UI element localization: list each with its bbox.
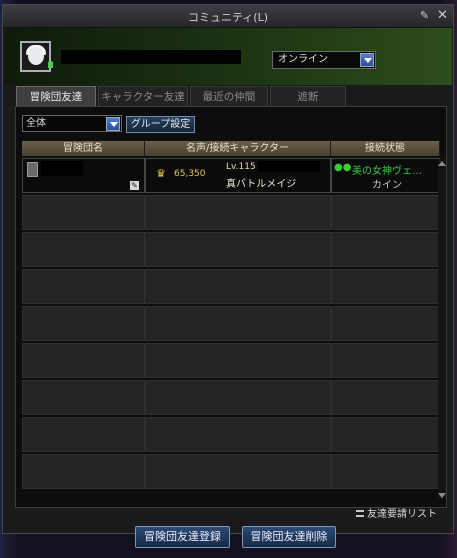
chevron-down-icon[interactable] xyxy=(360,53,374,67)
table-cell xyxy=(145,269,331,304)
fame-value: 65,350 xyxy=(174,169,206,179)
status-value: オンライン xyxy=(278,54,328,65)
table-row[interactable] xyxy=(22,454,440,489)
tab-adventure-friends[interactable]: 冒険団友達 xyxy=(16,86,96,106)
redacted-name xyxy=(61,50,241,64)
column-header: 名声/接続キャラクター xyxy=(145,141,331,156)
table-header: 冒険団名 名声/接続キャラクター 接続状態 xyxy=(22,141,440,156)
column-header: 冒険団名 xyxy=(22,141,145,156)
title-bar[interactable]: コミュニティ(L) ✎ ✕ xyxy=(3,5,453,28)
group-filter-select[interactable]: 全体 xyxy=(22,115,122,132)
fame-icon: ♛ xyxy=(156,167,166,180)
table-cell xyxy=(331,195,440,230)
online-person-icon xyxy=(48,61,53,68)
table-row[interactable] xyxy=(22,417,440,452)
table-cell xyxy=(22,232,145,267)
table-cell xyxy=(22,380,145,415)
table-cell xyxy=(22,195,145,230)
table-cell xyxy=(145,417,331,452)
table-cell xyxy=(145,380,331,415)
table-cell xyxy=(22,269,145,304)
table-row[interactable] xyxy=(22,306,440,341)
fame-character-cell: ♛ 65,350 Lv.115 真バトルメイジ xyxy=(145,158,331,193)
table-cell xyxy=(331,380,440,415)
redacted-character-name xyxy=(258,161,320,172)
table-cell xyxy=(145,195,331,230)
table-cell xyxy=(22,417,145,452)
avatar-face xyxy=(28,47,44,65)
emblem-icon xyxy=(27,162,38,177)
connection-cell: ●● 美の女神ヴェ… カイン xyxy=(331,158,440,193)
tab-recent-party[interactable]: 最近の仲間 xyxy=(190,86,268,106)
table-cell xyxy=(22,454,145,489)
channel-text: カイン xyxy=(372,180,402,191)
table-cell xyxy=(145,343,331,378)
adventure-name-cell: ✎ xyxy=(22,158,145,193)
window-title: コミュニティ(L) xyxy=(187,11,269,24)
friends-panel: 全体 グループ設定 冒険団名 名声/接続キャラクター 接続状態 ✎ ♛ 65,3… xyxy=(15,106,447,508)
status-select[interactable]: オンライン xyxy=(272,51,376,69)
table-cell xyxy=(145,306,331,341)
table-row[interactable] xyxy=(22,380,440,415)
table-cell xyxy=(331,306,440,341)
group-settings-button[interactable]: グループ設定 xyxy=(126,116,195,133)
class-text: 真バトルメイジ xyxy=(226,179,297,190)
memo-edit-icon[interactable]: ✎ xyxy=(130,181,139,190)
table-cell xyxy=(22,343,145,378)
filter-value: 全体 xyxy=(26,118,46,129)
table-row[interactable] xyxy=(22,232,440,267)
scroll-down-icon[interactable] xyxy=(438,491,446,499)
delete-adventure-friend-button[interactable]: 冒険団友達削除 xyxy=(242,526,336,548)
table-cell xyxy=(331,269,440,304)
request-list-label: 友達要請リスト xyxy=(367,509,437,520)
avatar[interactable] xyxy=(20,41,51,72)
table-row[interactable]: ✎ ♛ 65,350 Lv.115 真バトルメイジ ●● 美の女神ヴェ… カイン xyxy=(22,158,440,193)
profile-header: オンライン xyxy=(4,28,452,85)
level-text: Lv.115 xyxy=(226,162,256,172)
redacted-adventure-name xyxy=(41,161,83,176)
tab-block[interactable]: 遮断 xyxy=(270,86,346,106)
channel-icon: ●● xyxy=(334,162,352,173)
table-cell xyxy=(331,232,440,267)
community-window: コミュニティ(L) ✎ ✕ オンライン 冒険団友達 キャラクター友達 最近の仲間… xyxy=(2,4,454,534)
table-cell xyxy=(22,306,145,341)
table-cell xyxy=(331,343,440,378)
table-row[interactable] xyxy=(22,195,440,230)
table-cell xyxy=(331,417,440,452)
friend-request-list-link[interactable]: 友達要請リスト xyxy=(356,505,437,520)
list-icon xyxy=(356,510,364,517)
pin-icon[interactable]: ✎ xyxy=(418,9,431,22)
tab-character-friends[interactable]: キャラクター友達 xyxy=(98,86,188,106)
table-cell xyxy=(331,454,440,489)
table-cell xyxy=(145,232,331,267)
location-text: 美の女神ヴェ… xyxy=(352,166,422,177)
add-adventure-friend-button[interactable]: 冒険団友達登録 xyxy=(135,526,230,548)
column-header: 接続状態 xyxy=(331,141,440,156)
chevron-down-icon[interactable] xyxy=(106,117,120,131)
scroll-up-icon[interactable] xyxy=(438,159,446,167)
table-row[interactable] xyxy=(22,343,440,378)
table-cell xyxy=(145,454,331,489)
close-icon[interactable]: ✕ xyxy=(436,9,449,22)
scrollbar[interactable] xyxy=(438,159,446,499)
table-row[interactable] xyxy=(22,269,440,304)
